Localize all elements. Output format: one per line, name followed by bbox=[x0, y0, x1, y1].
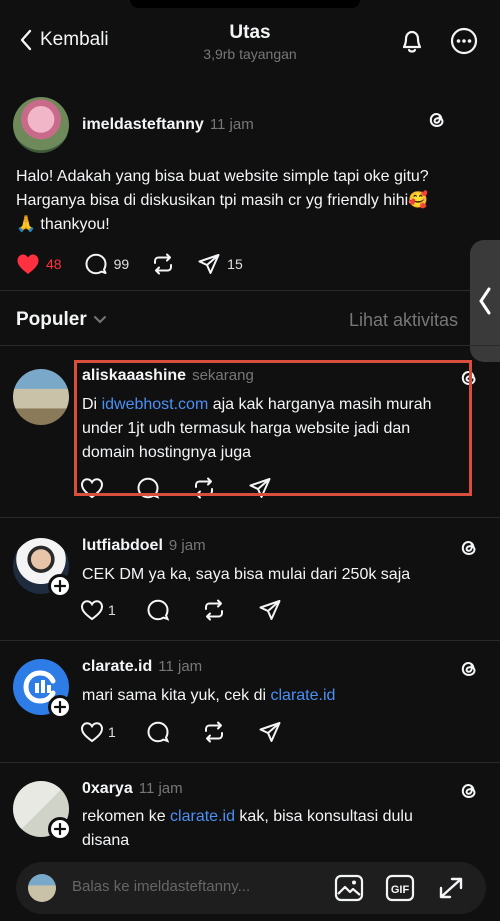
reply-link[interactable]: clarate.id bbox=[271, 687, 336, 704]
follow-button[interactable] bbox=[48, 695, 72, 719]
send-icon[interactable] bbox=[258, 598, 282, 622]
comment-icon bbox=[85, 253, 107, 275]
reply-header: lutfiabdoel 9 jam bbox=[82, 537, 206, 555]
comment-count: 99 bbox=[113, 256, 130, 272]
reply-time: 11 jam bbox=[138, 780, 183, 797]
heart-icon bbox=[80, 722, 104, 743]
chevron-down-icon bbox=[93, 316, 106, 324]
chevron-left-icon bbox=[479, 287, 491, 315]
heart-icon bbox=[80, 600, 104, 621]
reply-username[interactable]: 0xarya bbox=[82, 780, 133, 797]
threads-icon[interactable] bbox=[457, 536, 481, 560]
reply-username[interactable]: clarate.id bbox=[82, 658, 152, 675]
reply-link[interactable]: clarate.id bbox=[170, 808, 235, 825]
avatar[interactable] bbox=[13, 369, 69, 425]
threads-icon[interactable] bbox=[457, 779, 481, 803]
heart-filled-icon bbox=[17, 254, 39, 274]
reply-header: clarate.id 11 jam bbox=[82, 658, 202, 676]
follow-button[interactable] bbox=[48, 574, 72, 598]
post-time: 11 jam bbox=[209, 116, 254, 133]
plus-icon bbox=[54, 701, 66, 713]
send-icon bbox=[198, 254, 220, 274]
post-body: Halo! Adakah yang bisa buat website simp… bbox=[16, 165, 486, 237]
post-actions: 48 99 15 bbox=[16, 252, 265, 276]
divider bbox=[0, 640, 500, 641]
repost-button[interactable] bbox=[151, 252, 175, 276]
reply-body: rekomen ke clarate.id kak, bisa konsulta… bbox=[82, 805, 472, 853]
avatar bbox=[28, 874, 56, 902]
comment-icon[interactable] bbox=[146, 720, 170, 744]
like-count: 48 bbox=[46, 256, 62, 272]
comment-button[interactable]: 99 bbox=[84, 252, 130, 276]
comment-icon[interactable] bbox=[146, 598, 170, 622]
reply-body: mari sama kita yuk, cek di clarate.id bbox=[82, 684, 472, 708]
bell-icon[interactable] bbox=[397, 26, 427, 56]
reply-input[interactable]: Balas ke imeldasteftanny... GIF bbox=[16, 862, 486, 914]
repost-icon[interactable] bbox=[202, 720, 226, 744]
like-button[interactable]: 1 bbox=[80, 599, 116, 621]
post-username[interactable]: imeldasteftanny bbox=[82, 116, 204, 133]
reply-header: 0xarya 11 jam bbox=[82, 780, 183, 798]
divider bbox=[0, 345, 500, 346]
threads-icon[interactable] bbox=[425, 108, 449, 132]
activity-link[interactable]: Lihat aktivitas bbox=[349, 310, 458, 331]
expand-icon[interactable] bbox=[436, 874, 466, 902]
reply-text: mari sama kita yuk, cek di bbox=[82, 687, 271, 704]
reply-text: rekomen ke bbox=[82, 808, 171, 825]
post-text-line: 🙏 thankyou! bbox=[16, 216, 110, 233]
reply-username[interactable]: lutfiabdoel bbox=[82, 537, 163, 554]
side-panel-handle[interactable] bbox=[470, 240, 500, 362]
share-button[interactable]: 15 bbox=[197, 252, 243, 276]
avatar[interactable] bbox=[13, 97, 69, 153]
divider bbox=[0, 762, 500, 763]
like-button[interactable]: 1 bbox=[80, 721, 116, 743]
post-text-line: Halo! Adakah yang bisa buat website simp… bbox=[16, 168, 429, 185]
like-count: 1 bbox=[108, 724, 116, 740]
image-icon[interactable] bbox=[334, 874, 364, 902]
highlight-box bbox=[74, 360, 472, 496]
send-icon[interactable] bbox=[258, 720, 282, 744]
reply-actions: 1 bbox=[80, 598, 304, 622]
like-button[interactable]: 48 bbox=[16, 253, 62, 275]
more-options-icon[interactable] bbox=[449, 26, 479, 56]
plus-icon bbox=[54, 823, 66, 835]
gif-icon[interactable]: GIF bbox=[385, 874, 415, 902]
share-count: 15 bbox=[227, 256, 243, 272]
repost-icon[interactable] bbox=[202, 598, 226, 622]
svg-text:GIF: GIF bbox=[391, 884, 410, 896]
reply-time: 9 jam bbox=[168, 537, 206, 554]
plus-icon bbox=[54, 580, 66, 592]
divider bbox=[0, 290, 500, 291]
divider bbox=[0, 517, 500, 518]
follow-button[interactable] bbox=[48, 817, 72, 841]
header: Kembali Utas 3,9rb tayangan bbox=[0, 0, 500, 80]
post-text-line: Harganya bisa di diskusikan tpi masih cr… bbox=[16, 192, 429, 209]
like-count: 1 bbox=[108, 602, 116, 618]
repost-icon bbox=[154, 253, 173, 275]
reply-placeholder: Balas ke imeldasteftanny... bbox=[72, 878, 251, 895]
sort-dropdown[interactable]: Populer bbox=[16, 309, 107, 331]
sort-label: Populer bbox=[16, 309, 87, 330]
reply-time: 11 jam bbox=[158, 658, 203, 675]
post-header: imeldasteftanny 11 jam bbox=[82, 116, 254, 134]
reply-text: CEK DM ya ka, saya bisa mulai dari 250k … bbox=[82, 566, 411, 583]
reply-actions: 1 bbox=[80, 720, 304, 744]
reply-text: kak, bisa konsultasi dulu bbox=[234, 808, 413, 825]
reply-text: disana bbox=[82, 832, 130, 849]
threads-icon[interactable] bbox=[457, 657, 481, 681]
